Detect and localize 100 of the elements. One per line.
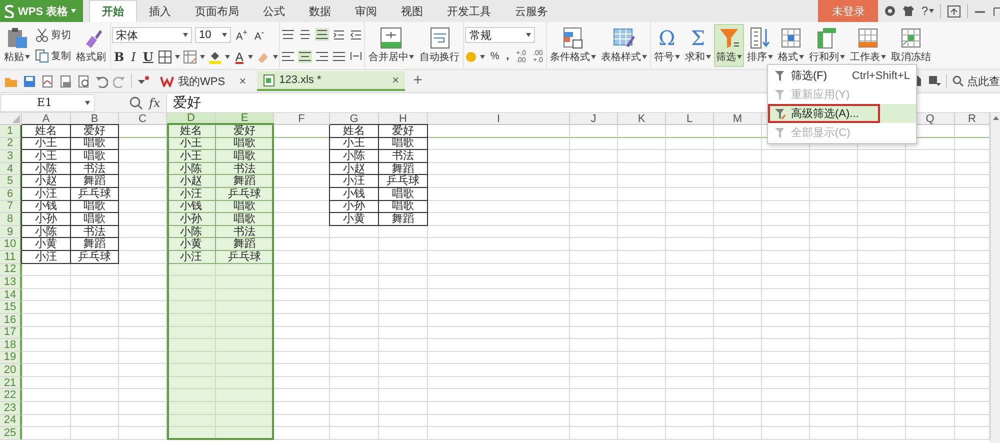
- conditional-format-button[interactable]: 条件格式: [548, 24, 598, 67]
- menu-tab[interactable]: 开始: [89, 0, 137, 22]
- border-icon[interactable]: [158, 50, 172, 64]
- search-field[interactable]: 点此查: [946, 74, 1000, 88]
- caret-icon[interactable]: [840, 55, 845, 59]
- skin-icon[interactable]: [884, 5, 896, 17]
- caret-icon[interactable]: [25, 55, 30, 59]
- column-header[interactable]: R: [955, 113, 990, 125]
- format-painter-button[interactable]: 格式刷: [74, 24, 109, 67]
- zoom-icon[interactable]: [129, 96, 143, 110]
- menu-tab[interactable]: 云服务: [503, 0, 560, 22]
- save-icon[interactable]: [23, 74, 36, 88]
- caret-icon[interactable]: [674, 55, 680, 59]
- scrollbar[interactable]: [990, 113, 1000, 443]
- caret-icon[interactable]: [409, 55, 414, 59]
- number-format-field[interactable]: 常规: [465, 27, 536, 44]
- toolbar-button[interactable]: Σ 求和: [682, 24, 713, 67]
- pin-top-icon[interactable]: [947, 4, 961, 18]
- caret-icon[interactable]: [200, 54, 206, 59]
- menu-tab[interactable]: 审阅: [343, 0, 389, 22]
- cell-style-icon[interactable]: [183, 50, 198, 64]
- scroll-up-icon[interactable]: [992, 115, 1000, 121]
- cell-reference-field[interactable]: E1: [0, 94, 95, 112]
- caret-icon[interactable]: [798, 55, 804, 59]
- distribute-icon[interactable]: [349, 50, 364, 62]
- align-button[interactable]: [332, 50, 346, 63]
- toolbar-button[interactable]: 排序: [744, 24, 775, 67]
- caret-icon[interactable]: [526, 33, 532, 38]
- column-header[interactable]: J: [570, 113, 618, 125]
- dropdown-icon[interactable]: [928, 75, 941, 87]
- align-button[interactable]: [281, 50, 296, 63]
- bold-button[interactable]: B: [112, 48, 126, 65]
- grow-font-button[interactable]: A$^{+}$: [234, 26, 250, 44]
- caret-icon[interactable]: [225, 54, 230, 59]
- table-style-button[interactable]: 表格样式: [598, 24, 649, 67]
- menu-tab[interactable]: 插入: [137, 0, 183, 22]
- font-name-field[interactable]: 宋体: [112, 27, 192, 44]
- copy-button[interactable]: 复制: [33, 48, 73, 64]
- print-icon[interactable]: [59, 74, 72, 88]
- undo-icon[interactable]: [95, 74, 108, 88]
- cut-button[interactable]: 剪切: [33, 26, 73, 43]
- caret-icon[interactable]: [175, 54, 180, 59]
- close-icon[interactable]: ×: [239, 74, 246, 88]
- column-header[interactable]: B: [71, 113, 119, 125]
- menu-tab[interactable]: 数据: [297, 0, 343, 22]
- column-header[interactable]: K: [618, 113, 666, 125]
- caret-icon[interactable]: [183, 33, 188, 38]
- caret-icon[interactable]: [706, 55, 711, 59]
- caret-icon[interactable]: [480, 54, 486, 59]
- paste-button[interactable]: 粘贴: [2, 24, 32, 67]
- column-header[interactable]: C: [119, 113, 167, 125]
- column-header[interactable]: I: [428, 113, 570, 125]
- document-tab[interactable]: 我的WPS ×: [154, 71, 252, 91]
- shrink-font-button[interactable]: A$^{-}$: [252, 26, 266, 44]
- menu-tab[interactable]: 视图: [389, 0, 435, 22]
- font-color-button[interactable]: A: [233, 48, 246, 65]
- menu-tab[interactable]: 开发工具: [435, 0, 503, 22]
- italic-button[interactable]: I: [129, 48, 138, 65]
- customize-icon[interactable]: [137, 76, 149, 86]
- caret-icon[interactable]: [222, 33, 227, 38]
- caret-icon[interactable]: [71, 9, 76, 13]
- merge-center-button[interactable]: 合并居中: [366, 24, 416, 67]
- caret-icon[interactable]: [736, 55, 742, 59]
- column-header[interactable]: A: [22, 113, 71, 125]
- preview-icon[interactable]: [77, 74, 90, 88]
- menu-tab[interactable]: 公式: [251, 0, 297, 22]
- toolbar-button[interactable]: 筛选: [714, 24, 744, 67]
- column-header[interactable]: F: [274, 113, 330, 125]
- caret-icon[interactable]: [929, 9, 934, 13]
- align-button[interactable]: [281, 28, 296, 42]
- function-button[interactable]: fx: [149, 96, 160, 110]
- menu-item[interactable]: 高级筛选(A)...: [768, 104, 916, 123]
- wrap-text-button[interactable]: 自动换行: [417, 24, 462, 67]
- fill-color-icon[interactable]: [208, 50, 222, 64]
- column-header[interactable]: H: [379, 113, 428, 125]
- toolbar-button[interactable]: Ω 符号: [652, 24, 682, 67]
- caret-icon[interactable]: [273, 54, 278, 59]
- align-button[interactable]: [298, 50, 312, 63]
- column-header[interactable]: M: [714, 113, 762, 125]
- caret-icon[interactable]: [248, 54, 254, 59]
- indent-icon[interactable]: [332, 28, 346, 41]
- align-button[interactable]: [315, 50, 330, 63]
- close-icon[interactable]: ×: [392, 73, 400, 87]
- menu-item[interactable]: 筛选(F) Ctrl+Shift+L: [768, 66, 916, 85]
- percent-button[interactable]: %: [488, 50, 502, 64]
- caret-icon[interactable]: [880, 55, 886, 59]
- document-tab[interactable]: 123.xls * ×: [257, 71, 406, 91]
- underline-button[interactable]: U: [140, 48, 156, 65]
- column-header[interactable]: G: [330, 113, 379, 125]
- new-tab-button[interactable]: +: [410, 72, 426, 90]
- comma-button[interactable]: ,: [504, 50, 512, 64]
- align-button[interactable]: [298, 28, 312, 42]
- pdf-export-icon[interactable]: [41, 74, 54, 88]
- caret-icon[interactable]: [590, 55, 596, 59]
- caret-icon[interactable]: [85, 100, 90, 104]
- help-button[interactable]: ?: [921, 4, 934, 18]
- menu-tab[interactable]: 页面布局: [183, 0, 251, 22]
- column-header[interactable]: L: [666, 113, 714, 125]
- caret-icon[interactable]: [642, 55, 647, 59]
- shirt-icon[interactable]: [902, 5, 916, 17]
